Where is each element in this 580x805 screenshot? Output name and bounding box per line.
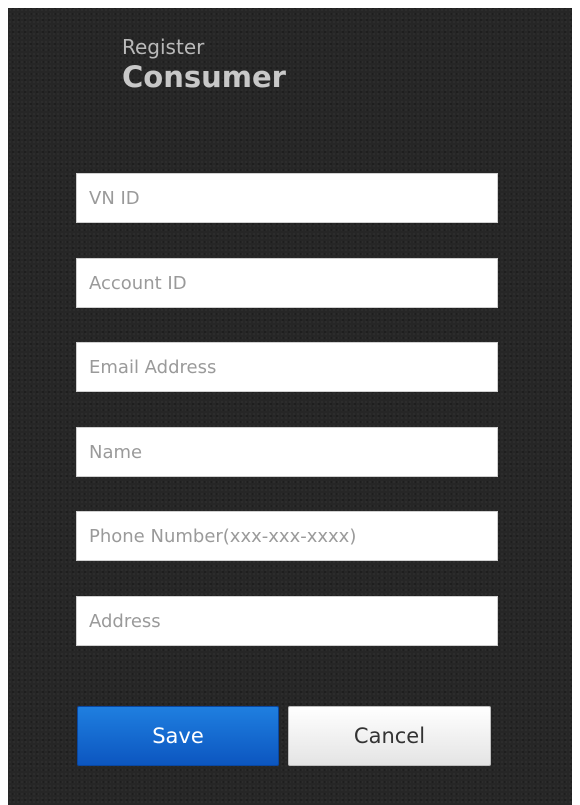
form-subtitle: Register (122, 35, 205, 59)
form-title: Consumer (122, 60, 286, 94)
vn-id-input[interactable] (76, 173, 498, 223)
register-consumer-panel: Register Consumer Save Cancel (8, 8, 572, 805)
address-input[interactable] (76, 596, 498, 646)
name-input[interactable] (76, 427, 498, 477)
form-header: Register Consumer (122, 35, 286, 93)
email-address-input[interactable] (76, 342, 498, 392)
account-id-input[interactable] (76, 258, 498, 308)
cancel-button[interactable]: Cancel (288, 706, 491, 766)
phone-number-input[interactable] (76, 511, 498, 561)
save-button[interactable]: Save (77, 706, 279, 766)
